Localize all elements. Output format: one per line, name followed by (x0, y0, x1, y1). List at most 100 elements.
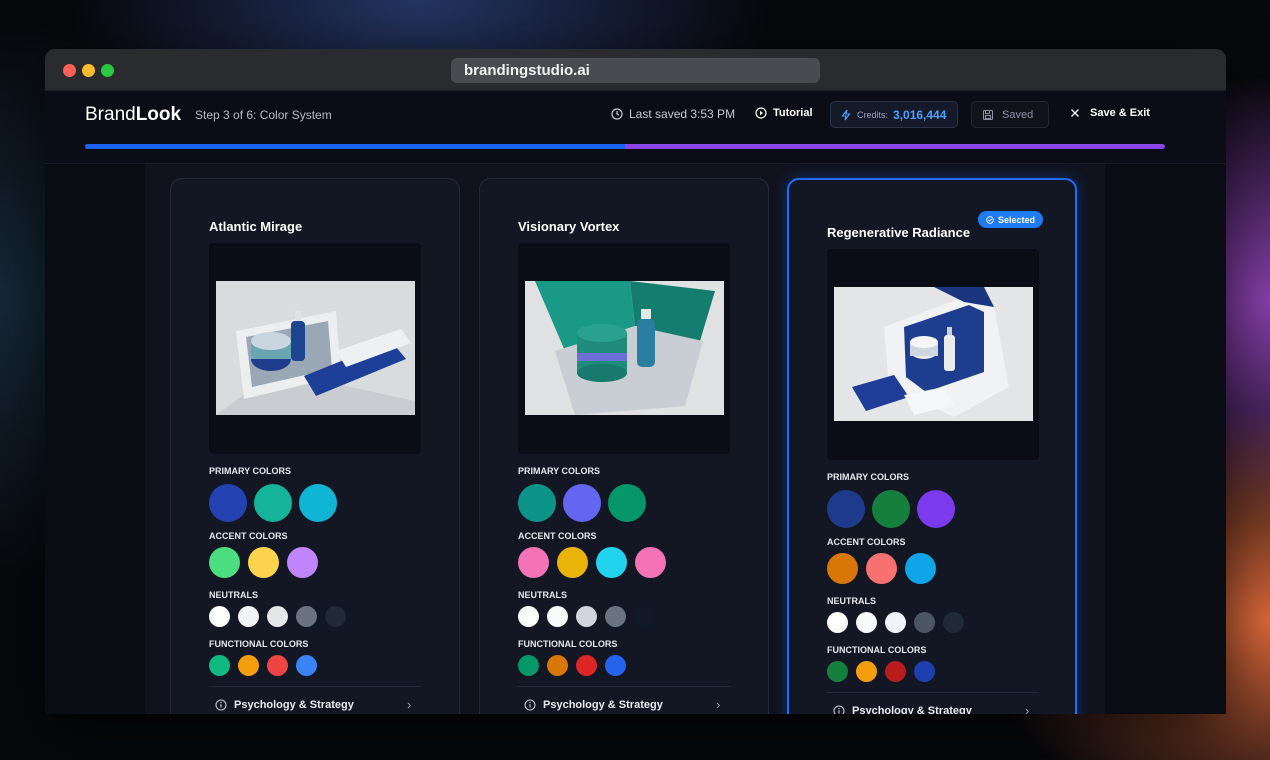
color-swatch[interactable] (827, 490, 865, 528)
color-swatch[interactable] (296, 606, 317, 627)
color-swatch[interactable] (563, 484, 601, 522)
color-swatch[interactable] (209, 484, 247, 522)
color-swatch[interactable] (608, 484, 646, 522)
color-swatch[interactable] (209, 547, 240, 578)
address-bar[interactable]: brandingstudio.ai (451, 58, 820, 83)
psychology-strategy-toggle[interactable]: Psychology & Strategy (215, 699, 354, 711)
card-title: Regenerative Radiance (827, 225, 971, 240)
functional-colors-heading: FUNCTIONAL COLORS (518, 639, 618, 649)
color-swatch[interactable] (634, 606, 655, 627)
color-swatch[interactable] (605, 655, 626, 676)
color-swatch[interactable] (238, 606, 259, 627)
divider (518, 686, 730, 687)
color-swatch[interactable] (827, 553, 858, 584)
app-header: BrandLook Step 3 of 6: Color System Last… (45, 91, 1226, 163)
color-option-card[interactable]: Visionary Vortex PRIMARY COLORS ACCENT CO… (479, 178, 769, 714)
neutrals-colors-heading: NEUTRALS (827, 596, 876, 606)
primary-colors-heading: PRIMARY COLORS (518, 466, 601, 476)
color-swatch[interactable] (827, 612, 848, 633)
color-swatch[interactable] (866, 553, 897, 584)
floppy-disk-icon (982, 109, 994, 120)
color-swatch[interactable] (547, 606, 568, 627)
primary-swatches (518, 484, 653, 522)
color-swatch[interactable] (576, 606, 597, 627)
color-swatch[interactable] (238, 655, 259, 676)
brand-bold: Look (135, 104, 182, 125)
color-option-card[interactable]: Regenerative Radiance Selected PRIMARY CO… (787, 178, 1077, 714)
tutorial-button[interactable]: Tutorial (755, 107, 813, 119)
color-swatch[interactable] (885, 661, 906, 682)
primary-swatches (827, 490, 962, 528)
color-swatch[interactable] (254, 484, 292, 522)
color-swatch[interactable] (872, 490, 910, 528)
color-swatch[interactable] (605, 606, 626, 627)
primary-colors-heading: PRIMARY COLORS (827, 472, 910, 482)
color-swatch[interactable] (518, 606, 539, 627)
color-swatch[interactable] (267, 655, 288, 676)
color-swatch[interactable] (635, 547, 666, 578)
saved-button[interactable]: Saved (971, 101, 1049, 128)
color-swatch[interactable] (296, 655, 317, 676)
color-swatch[interactable] (576, 655, 597, 676)
color-swatch[interactable] (917, 490, 955, 528)
info-icon (524, 699, 536, 711)
color-swatch[interactable] (557, 547, 588, 578)
color-swatch[interactable] (267, 606, 288, 627)
color-swatch[interactable] (325, 606, 346, 627)
accent-swatches (827, 553, 944, 584)
color-swatch[interactable] (518, 484, 556, 522)
check-circle-icon (986, 215, 994, 224)
credits-badge[interactable]: Credits: 3,016,444 (830, 101, 958, 128)
psychology-strategy-toggle[interactable]: Psychology & Strategy (524, 699, 663, 711)
minimize-window-button[interactable] (82, 64, 95, 77)
mockup-frame (209, 243, 421, 454)
psychology-strategy-label: Psychology & Strategy (852, 705, 972, 714)
divider (209, 686, 421, 687)
browser-window: brandingstudio.ai BrandLook Step 3 of 6:… (45, 49, 1226, 714)
color-swatch[interactable] (885, 612, 906, 633)
color-swatch[interactable] (547, 655, 568, 676)
color-swatch[interactable] (248, 547, 279, 578)
color-swatch[interactable] (905, 553, 936, 584)
product-mockup-image (216, 281, 415, 415)
color-option-card[interactable]: Atlantic Mirage PRIMARY COLORS ACCENT COL… (170, 178, 460, 714)
color-swatch[interactable] (596, 547, 627, 578)
color-swatch[interactable] (299, 484, 337, 522)
selected-badge: Selected (977, 211, 1043, 228)
neutrals-swatches (827, 612, 972, 633)
chevron-right-icon[interactable]: › (716, 697, 720, 712)
maximize-window-button[interactable] (101, 64, 114, 77)
color-swatch[interactable] (827, 661, 848, 682)
save-exit-button[interactable]: Save & Exit (1070, 107, 1150, 119)
color-swatch[interactable] (287, 547, 318, 578)
accent-colors-heading: ACCENT COLORS (827, 537, 906, 547)
color-swatch[interactable] (209, 655, 230, 676)
color-swatch[interactable] (914, 612, 935, 633)
close-window-button[interactable] (63, 64, 76, 77)
last-saved-text: Last saved 3:53 PM (629, 107, 736, 121)
color-swatch[interactable] (518, 547, 549, 578)
psychology-strategy-label: Psychology & Strategy (234, 699, 354, 711)
psychology-strategy-toggle[interactable]: Psychology & Strategy (833, 705, 972, 714)
progress-bar-fill (85, 144, 625, 149)
brand-prefix: Brand (85, 104, 136, 125)
color-swatch[interactable] (518, 655, 539, 676)
color-swatch[interactable] (914, 661, 935, 682)
color-swatch[interactable] (856, 661, 877, 682)
brand-logo[interactable]: BrandLook (85, 104, 181, 126)
accent-colors-heading: ACCENT COLORS (518, 531, 597, 541)
card-title: Atlantic Mirage (209, 219, 303, 234)
neutrals-swatches (518, 606, 663, 627)
color-swatch[interactable] (943, 612, 964, 633)
chevron-right-icon[interactable]: › (1025, 703, 1029, 714)
lightning-icon (841, 109, 851, 120)
accent-swatches (209, 547, 326, 578)
functional-colors-heading: FUNCTIONAL COLORS (209, 639, 309, 649)
psychology-strategy-label: Psychology & Strategy (543, 699, 663, 711)
chevron-right-icon[interactable]: › (407, 697, 411, 712)
step-indicator: Step 3 of 6: Color System (195, 108, 332, 122)
color-swatch[interactable] (209, 606, 230, 627)
functional-swatches (827, 661, 943, 682)
mockup-frame (827, 249, 1039, 460)
color-swatch[interactable] (856, 612, 877, 633)
